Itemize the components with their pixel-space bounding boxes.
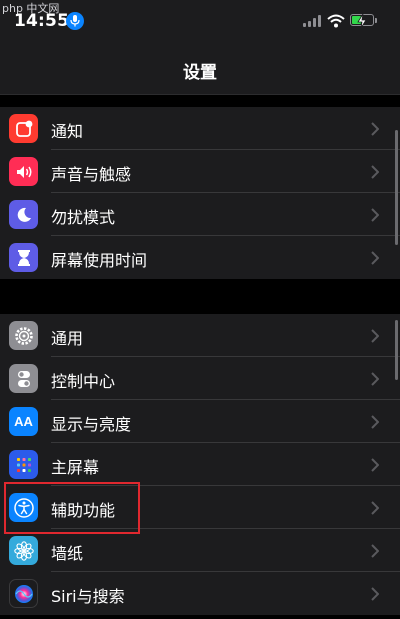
row-label: 声音与触感 xyxy=(51,165,132,184)
chevron-right-icon xyxy=(371,164,380,183)
settings-row-siri-search[interactable]: Siri与搜索 xyxy=(0,572,400,615)
cellular-signal-icon xyxy=(303,15,325,27)
wifi-icon xyxy=(327,13,345,32)
row-label: Siri与搜索 xyxy=(51,587,125,606)
sound-icon xyxy=(9,157,38,186)
toggles-icon xyxy=(9,364,38,393)
microphone-icon xyxy=(66,12,84,30)
row-label: 勿扰模式 xyxy=(51,208,116,227)
notifications-icon xyxy=(9,114,38,143)
gear-icon xyxy=(9,321,38,350)
settings-row-home-screen[interactable]: 主屏幕 xyxy=(0,443,400,486)
chevron-right-icon xyxy=(371,121,380,140)
status-time: 14:55 xyxy=(14,11,70,31)
highlight-annotation-box xyxy=(4,482,140,534)
chevron-right-icon xyxy=(371,586,380,605)
settings-row-general[interactable]: 通用 xyxy=(0,314,400,357)
settings-row-wallpaper[interactable]: 墙纸 xyxy=(0,529,400,572)
row-label: 控制中心 xyxy=(51,372,116,391)
row-label: 通知 xyxy=(51,122,84,141)
display-aa-icon-text: AA xyxy=(14,414,33,429)
display-aa-icon: AA xyxy=(9,407,38,436)
settings-row-display-brightness[interactable]: AA 显示与亮度 xyxy=(0,400,400,443)
row-label: 墙纸 xyxy=(51,544,84,563)
chevron-right-icon xyxy=(371,207,380,226)
settings-group-1: 通知 声音与触感 勿扰模式 屏幕使用时间 xyxy=(0,107,400,279)
settings-row-control-center[interactable]: 控制中心 xyxy=(0,357,400,400)
row-label: 显示与亮度 xyxy=(51,415,132,434)
status-bar: php 中文网 14:55 xyxy=(0,0,400,44)
settings-row-screen-time[interactable]: 屏幕使用时间 xyxy=(0,236,400,279)
chevron-right-icon xyxy=(371,457,380,476)
charging-bolt-icon xyxy=(357,13,367,32)
battery-cap xyxy=(375,18,377,23)
wallpaper-flower-icon xyxy=(9,536,38,565)
scroll-indicator[interactable] xyxy=(395,130,398,245)
home-screen-icon xyxy=(9,450,38,479)
chevron-right-icon xyxy=(371,371,380,390)
row-label: 通用 xyxy=(51,329,84,348)
chevron-right-icon xyxy=(371,250,380,269)
settings-row-notifications[interactable]: 通知 xyxy=(0,107,400,150)
hourglass-icon xyxy=(9,243,38,272)
chevron-right-icon xyxy=(371,414,380,433)
row-label: 屏幕使用时间 xyxy=(51,251,148,270)
page-title: 设置 xyxy=(183,63,217,83)
chevron-right-icon xyxy=(371,500,380,519)
settings-row-do-not-disturb[interactable]: 勿扰模式 xyxy=(0,193,400,236)
scroll-indicator-secondary[interactable] xyxy=(395,320,398,380)
moon-icon xyxy=(9,200,38,229)
navigation-bar: 设置 xyxy=(0,44,400,95)
row-label: 主屏幕 xyxy=(51,458,100,477)
settings-group-2: 通用 控制中心 AA 显示与亮度 主屏幕 辅助功能 墙纸 Siri与搜索 xyxy=(0,314,400,615)
siri-icon xyxy=(9,579,38,608)
chevron-right-icon xyxy=(371,328,380,347)
settings-row-sounds[interactable]: 声音与触感 xyxy=(0,150,400,193)
chevron-right-icon xyxy=(371,543,380,562)
